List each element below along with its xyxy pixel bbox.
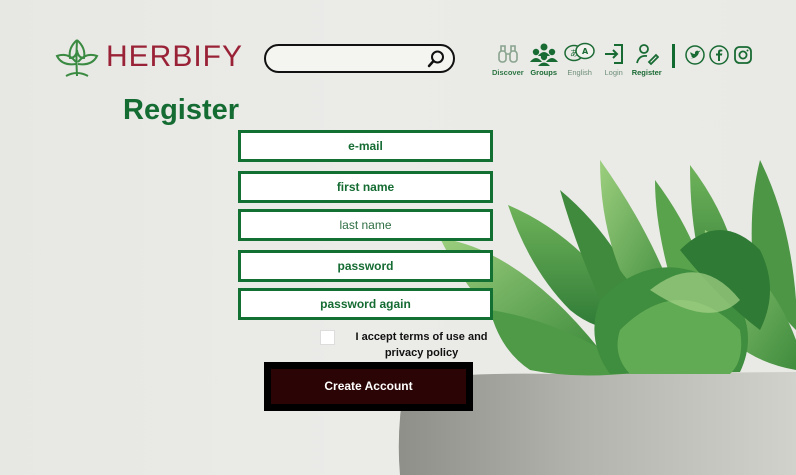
svg-text:A: A (582, 47, 589, 56)
nav-groups[interactable]: Groups (529, 42, 558, 77)
leaf-logo-icon (55, 39, 99, 77)
password-again-field[interactable]: password again (238, 288, 493, 320)
first-name-field[interactable]: first name (238, 171, 493, 203)
nav-login-label: Login (604, 68, 623, 77)
brand-name: HERBIFY (106, 40, 244, 73)
nav-login[interactable]: Login (602, 42, 626, 77)
nav-language-label: English (567, 68, 592, 77)
people-icon (529, 43, 558, 66)
search-input[interactable] (276, 50, 426, 68)
language-icon: あ A (563, 42, 595, 62)
instagram-icon[interactable] (733, 45, 753, 65)
page-title: Register (123, 94, 240, 126)
email-field[interactable]: e-mail (238, 130, 493, 162)
nav-discover-label: Discover (492, 68, 524, 77)
social-links (684, 45, 757, 65)
create-account-button[interactable]: Create Account (264, 362, 473, 411)
terms-label-line2: privacy policy (384, 347, 459, 359)
last-name-field[interactable]: last name (238, 209, 493, 241)
password-field[interactable]: password (238, 250, 493, 282)
nav-discover[interactable]: Discover (492, 42, 524, 77)
nav-register-label: Register (631, 68, 662, 77)
nav-divider (671, 44, 675, 68)
terms-checkbox[interactable] (320, 330, 335, 345)
nav-register[interactable]: Register (632, 42, 662, 77)
binoculars-icon (498, 45, 518, 63)
nav-language[interactable]: あ A English (563, 42, 596, 77)
terms-label-line1: I accept terms of use and (355, 331, 488, 343)
nav-groups-label: Groups (530, 68, 558, 77)
top-navigation: Discover Groups あ A English Login Regist… (492, 42, 757, 77)
svg-text:あ: あ (570, 49, 578, 58)
search-bar[interactable] (264, 44, 455, 73)
create-account-label: Create Account (271, 369, 466, 404)
login-icon (604, 44, 623, 64)
facebook-icon[interactable] (708, 45, 729, 65)
herbify-logo[interactable]: HERBIFY (54, 36, 243, 78)
terms-label: I accept terms of use and privacy policy (349, 329, 494, 361)
register-icon (635, 44, 659, 66)
twitter-icon[interactable] (684, 45, 705, 65)
search-icon[interactable] (427, 50, 445, 68)
